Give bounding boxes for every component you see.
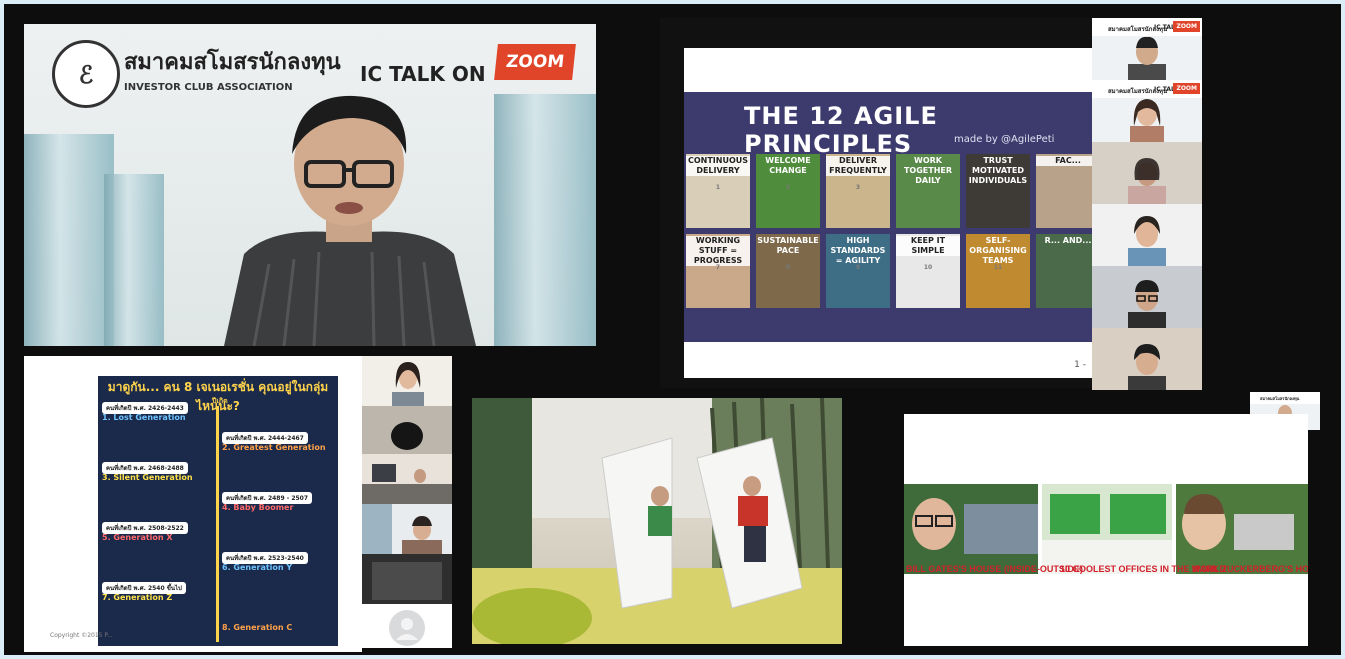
camera-feed-dark [372, 562, 442, 600]
mini-org: สมาคมสโมสรนักลงทุน [1260, 396, 1300, 401]
principle-label: KEEP IT SIMPLE [896, 236, 960, 256]
agile-banner: THE 12 AGILE PRINCIPLES made by @AgilePe… [684, 92, 1094, 342]
generations-infographic: มาดูกัน... คน 8 เจเนอเรชั่น คุณอยู่ในกลุ… [98, 376, 338, 646]
participant-person [1128, 216, 1166, 266]
houses-photo-strip [904, 484, 1308, 574]
office-pods-photo [472, 398, 842, 644]
principle-label: DELIVER FREQUENTLY [826, 156, 890, 176]
participant-video-2[interactable]: สมาคมสโมสรนักลงทุน IC TALK ON ZOOM [1092, 80, 1202, 142]
generation-name: 3. Silent Generation [102, 473, 193, 482]
principle-label: WORK TOGETHER DAILY [903, 156, 953, 185]
slide-title: THE 12 AGILE PRINCIPLES [744, 102, 938, 158]
shared-screen-houses[interactable]: BILL GATES'S HOUSE (INSIDE-OUTSIDE) 10 C… [904, 414, 1308, 646]
user-avatar-icon [389, 610, 425, 646]
principle-label: WELCOME CHANGE [765, 156, 811, 175]
participant-video-10[interactable] [362, 504, 452, 554]
principle-tile: SUSTAINABLE PACE 8 [756, 234, 820, 308]
caption-zuckerberg: MARK ZUCKERBERG'S HOUSE [1192, 564, 1308, 574]
org-name-thai: สมาคมสโมสรนักลงทุน [124, 50, 341, 75]
participant-person [1128, 280, 1166, 328]
principle-label: CONTINUOUS DELIVERY [686, 156, 750, 176]
participant-person [1128, 36, 1166, 80]
shared-screen-generations[interactable]: มาดูกัน... คน 8 เจเนอเรชั่น คุณอยู่ในกลุ… [24, 356, 362, 652]
participant-video-4[interactable] [1092, 204, 1202, 266]
background-building [104, 174, 164, 346]
generation-name: 4. Baby Boomer [222, 503, 294, 512]
participant-video-9[interactable] [362, 454, 452, 504]
generation-name: 6. Generation Y [222, 563, 293, 572]
principle-tile: R... AND... [1036, 234, 1094, 308]
principle-label: SUSTAINABLE PACE [757, 236, 819, 255]
speaker-person [224, 95, 476, 346]
timeline-spine [216, 406, 219, 642]
slide-page-number: 1 - [1074, 360, 1086, 370]
generation-name: 5. Generation X [102, 533, 173, 542]
principle-number: 2 [785, 184, 791, 191]
mini-zoom-badge: ZOOM [1173, 83, 1200, 94]
principle-tile: WELCOME CHANGE 2 [756, 154, 820, 228]
principle-tile: SELF-ORGANISING TEAMS 11 [966, 234, 1030, 308]
principle-tile: CONTINUOUS DELIVERY 1 [686, 154, 750, 228]
participant-video-6[interactable] [1092, 328, 1202, 390]
copyright-text: Copyright ©2015 P... [50, 632, 113, 639]
speaker-video-tile[interactable]: ℰ สมาคมสโมสรนักลงทุน INVESTOR CLUB ASSOC… [24, 24, 596, 346]
ic-talk-label: IC TALK ON [360, 62, 486, 86]
principle-number: 9 [855, 264, 861, 271]
principle-label: HIGH STANDARDS = AGILITY [830, 236, 886, 265]
background-building [24, 134, 114, 346]
generation-name: 1. Lost Generation [102, 413, 186, 422]
principle-label: FAC... [1036, 156, 1094, 166]
slide-byline: made by @AgilePeti [954, 134, 1055, 145]
zoom-badge: ZOOM [494, 44, 577, 80]
participant-video-3[interactable] [1092, 142, 1202, 204]
participant-person [1130, 99, 1164, 142]
principle-tile: HIGH STANDARDS = AGILITY 9 [826, 234, 890, 308]
principle-number: 10 [923, 264, 933, 271]
principle-tile: DELIVER FREQUENTLY 3 [826, 154, 890, 228]
shared-screen-agile[interactable]: THE 12 AGILE PRINCIPLES made by @AgilePe… [660, 18, 1094, 388]
principle-number: 8 [785, 264, 791, 271]
participant-video-5[interactable] [1092, 266, 1202, 328]
principle-tile: KEEP IT SIMPLE 10 [896, 234, 960, 308]
principle-number: 3 [855, 184, 861, 191]
principle-tile: WORKING STUFF = PROGRESS 7 [686, 234, 750, 308]
participant-person [1128, 158, 1166, 204]
participant-person [391, 422, 423, 450]
participant-person [1128, 344, 1166, 390]
principle-label: WORKING STUFF = PROGRESS [686, 236, 750, 266]
principle-number: 11 [993, 264, 1003, 271]
principle-label: TRUST MOTIVATED INDIVIDUALS [968, 156, 1028, 185]
principle-tile: FAC... [1036, 154, 1094, 228]
caption-bill-gates: BILL GATES'S HOUSE (INSIDE-OUTSIDE) [906, 564, 1083, 574]
participant-video-8[interactable] [362, 406, 452, 454]
generation-name: 8. Generation C [222, 623, 293, 632]
participant-person [362, 504, 442, 554]
participant-video-12[interactable] [362, 604, 452, 648]
principle-tile: TRUST MOTIVATED INDIVIDUALS [966, 154, 1030, 228]
participant-video-1[interactable]: สมาคมสโมสรนักลงทุน IC TALK ON ZOOM [1092, 18, 1202, 80]
principle-label: SELF-ORGANISING TEAMS [969, 236, 1027, 265]
birth-year-label: ปีเกิด [212, 397, 228, 405]
principle-label: R... AND... [1044, 236, 1092, 245]
principle-number: 7 [715, 264, 721, 271]
office-scene [362, 464, 452, 504]
investor-club-logo: ℰ [52, 40, 120, 108]
participant-video-11[interactable] [362, 554, 452, 604]
principle-number: 1 [715, 184, 721, 191]
principle-tile: WORK TOGETHER DAILY [896, 154, 960, 228]
mini-zoom-badge: ZOOM [1173, 21, 1200, 32]
agile-slide: THE 12 AGILE PRINCIPLES made by @AgilePe… [684, 48, 1094, 378]
participant-video-7[interactable] [362, 356, 452, 406]
generation-name: 2. Greatest Generation [222, 443, 326, 452]
participant-person [392, 362, 424, 406]
background-building [494, 94, 596, 346]
shared-screen-office[interactable] [472, 398, 842, 644]
generation-name: 7. Generation Z [102, 593, 173, 602]
